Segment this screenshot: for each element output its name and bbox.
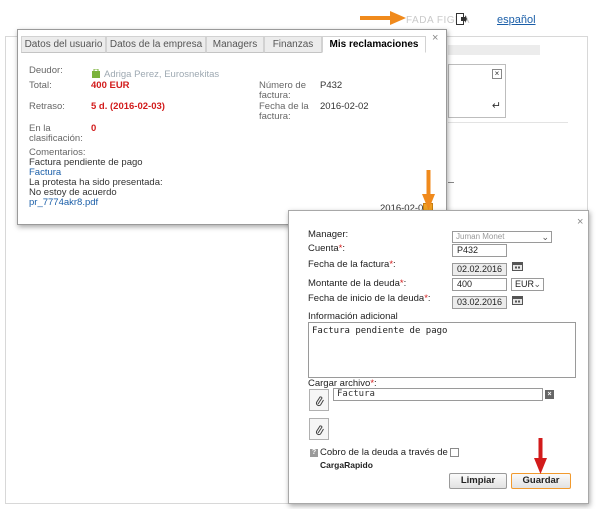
tab-company-data[interactable]: Datos de la empresa (106, 36, 206, 53)
currency-value: EUR (515, 279, 535, 289)
total-value: 400 EUR (91, 80, 130, 91)
comments-block: Comentarios: Factura pendiente de pago F… (29, 148, 163, 208)
save-button[interactable]: Guardar (511, 473, 571, 489)
clear-icon[interactable]: × (492, 69, 502, 79)
calendar-icon[interactable] (512, 295, 523, 305)
logout-icon[interactable] (456, 13, 467, 25)
total-label: Total: (29, 80, 52, 91)
fast-collection-label-line1: Cobro de la deuda a través de (320, 447, 448, 458)
orange-arrow-annotation (360, 11, 406, 25)
invoice-number-label-line2: factura: (259, 90, 291, 101)
clear-button[interactable]: Limpiar (449, 473, 507, 489)
tab-managers[interactable]: Managers (206, 36, 264, 53)
manager-value: Juman Monet (456, 232, 505, 241)
account-input[interactable]: P432 (452, 244, 507, 257)
debtor-label: Deudor: (29, 65, 63, 76)
debtor-bag-icon (92, 69, 100, 78)
enter-icon[interactable]: ↵ (492, 99, 501, 112)
classification-value: 0 (91, 123, 97, 134)
red-arrow-annotation (534, 438, 547, 474)
help-icon[interactable]: ? (310, 449, 318, 457)
tab-my-claims[interactable]: Mis reclamaciones (322, 36, 426, 53)
fast-collection-checkbox[interactable] (450, 448, 459, 457)
divider (448, 122, 568, 123)
debt-amount-label: Montante de la deuda*: (308, 278, 407, 289)
tab-finances[interactable]: Finanzas (264, 36, 322, 53)
invoice-date-input[interactable]: 02.02.2016 (452, 263, 507, 276)
debt-start-date-label: Fecha de inicio de la deuda*: (308, 293, 431, 304)
manager-select[interactable]: Juman Monet ⌄ (452, 231, 552, 243)
invoice-date-value: 2016-02-02 (320, 101, 369, 112)
classification-label-line2: clasificación: (29, 133, 83, 144)
currency-select[interactable]: EUR ⌄ (511, 278, 544, 291)
delay-value: 5 d. (2016-02-03) (91, 101, 165, 112)
chevron-down-icon: ⌄ (541, 232, 549, 242)
additional-info-label: Información adicional (308, 311, 398, 322)
tab-user-data[interactable]: Datos del usuario (21, 36, 106, 53)
debt-start-date-input[interactable]: 03.02.2016 (452, 296, 507, 309)
background-header-strip (448, 45, 540, 55)
close-icon[interactable]: × (577, 217, 583, 228)
invoice-number-value: P432 (320, 80, 343, 91)
paperclip-icon (315, 396, 324, 407)
attach-file-button[interactable] (309, 389, 329, 411)
orange-arrow-annotation (422, 170, 435, 210)
calendar-icon[interactable] (512, 261, 523, 271)
invoice-date-label: Fecha de la factura*: (308, 259, 396, 270)
debt-amount-input[interactable]: 400 (452, 278, 507, 291)
background-textarea[interactable]: × ↵ (448, 64, 506, 118)
fast-collection-label-line2: CargaRapido (320, 460, 373, 470)
attach-file-button[interactable] (309, 418, 329, 440)
language-link[interactable]: español (497, 14, 536, 26)
debtor-value[interactable]: Adriga Perez, Eurosnekitas (104, 70, 219, 80)
claims-popup: Datos del usuario Datos de la empresa Ma… (17, 29, 447, 225)
manager-label: Manager: (308, 229, 349, 240)
attachment-link[interactable]: pr_7774akr8.pdf (29, 198, 163, 208)
divider (448, 182, 454, 183)
additional-info-textarea[interactable]: Factura pendiente de pago (308, 322, 576, 378)
remove-file-icon[interactable]: × (545, 390, 554, 399)
delay-label: Retraso: (29, 101, 65, 112)
invoice-date-label-line2: factura: (259, 111, 291, 122)
close-icon[interactable]: × (432, 33, 442, 44)
file-name-input[interactable]: Factura (333, 388, 543, 401)
chevron-down-icon: ⌄ (533, 279, 541, 289)
account-label: Cuenta*: (308, 243, 345, 254)
tab-bar: Datos del usuario Datos de la empresa Ma… (21, 36, 426, 53)
paperclip-icon (315, 425, 324, 436)
